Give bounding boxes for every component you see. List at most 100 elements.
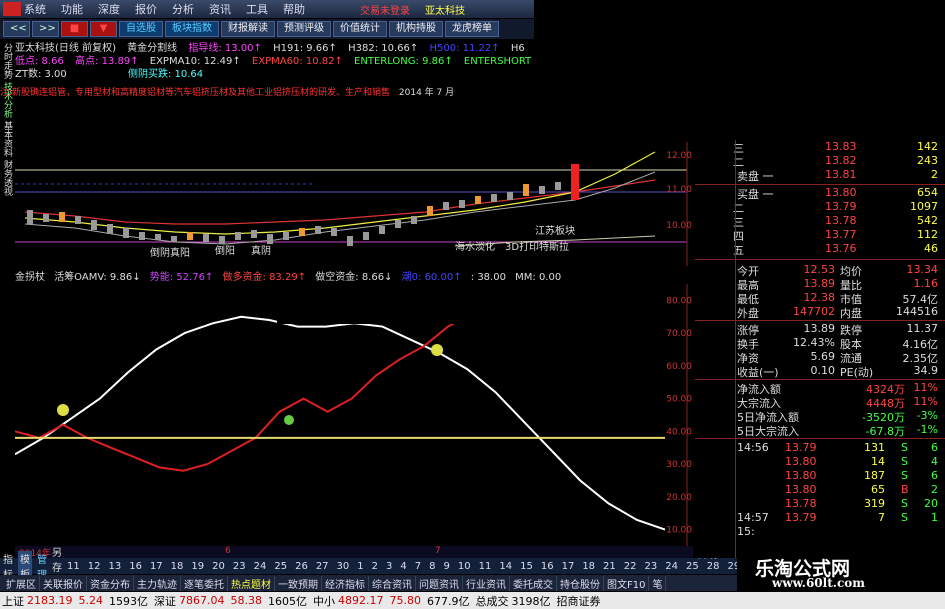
ask-price: 13.82 (825, 154, 857, 167)
stat-value: 11.37 (906, 322, 939, 335)
side-tab-finance[interactable]: 财务透视 (0, 160, 14, 196)
series-line-1 (15, 299, 497, 472)
extension-tab[interactable]: 委托成交 (510, 575, 557, 591)
ask-row: 卖盘 一 13.81 2 (695, 168, 945, 183)
annotation-3d: 3D打印 (505, 240, 539, 253)
period-number: 16 (129, 560, 142, 572)
extension-tab[interactable]: 扩展区 (3, 575, 40, 591)
y-axis-labels: 80.00 70.00 60.00 50.00 40.00 30.00 20.00 10.00 (666, 296, 692, 535)
annotation-tesla: 特斯拉 (539, 240, 569, 253)
bid-volume: 542 (917, 214, 938, 227)
side-tab-intraday[interactable]: 分时走势 (0, 43, 14, 79)
dropdown-button[interactable]: ▼ (90, 21, 117, 37)
tick-side: S (901, 469, 908, 482)
period-number: 11 (478, 560, 492, 572)
extension-tab[interactable]: 笔 (649, 575, 667, 591)
menu-help[interactable]: 帮助 (283, 1, 305, 17)
annotation-2: 倒阳 (215, 245, 235, 257)
stat-value: 12.43% (793, 336, 835, 349)
extension-tab[interactable]: 热点题材 (228, 575, 275, 591)
app-logo-icon (3, 2, 21, 16)
tab-watchlist[interactable]: 自选股 (119, 21, 163, 37)
back-button[interactable]: << (3, 21, 30, 37)
extension-tab[interactable]: 图文F10 (604, 575, 650, 591)
extension-tab[interactable]: 行业资讯 (463, 575, 510, 591)
tick-time: 14:56 (737, 441, 769, 454)
stat-row: 收益(一) 0.10 PE(动) 34.9 (695, 364, 945, 379)
period-number: 23 (644, 560, 658, 572)
extension-tab[interactable]: 经济指标 (322, 575, 369, 591)
forward-button[interactable]: >> (32, 21, 59, 37)
period-number: 3 (386, 560, 393, 572)
tick-row: 14:57 13.79 7 S 1 (695, 511, 945, 525)
bid-row: 买盘 一 13.80 654 (695, 186, 945, 201)
stat-value: 144516 (896, 305, 938, 318)
news-ticker: 注:新股确连铝管，专用型材和高精度铝材等汽车铝挤压材及其他工业铝挤压材的研发、生… (0, 85, 534, 97)
menu-system[interactable]: 系统 (24, 1, 46, 17)
y-tick-label: 10.00 (666, 526, 692, 536)
date-axis: 2014年 6 7 (15, 546, 693, 559)
extension-tab[interactable]: 逐笔委托 (181, 575, 228, 591)
price-chart[interactable]: 12.00 11.00 10.00 倒阴真阳 倒阳 真阴 江苏板块 海水淡化 3… (15, 142, 693, 266)
tick-count: 20 (924, 497, 938, 510)
tick-row: 15: (695, 525, 945, 539)
y-tick-label: 60.00 (666, 362, 692, 372)
tick-volume: 7 (878, 511, 885, 524)
smiley-icon (431, 344, 443, 356)
extension-tab[interactable]: 一致预期 (275, 575, 322, 591)
extension-tab[interactable]: 关联报价 (40, 575, 87, 591)
tick-row: 14:56 13.79 131 S 6 (695, 441, 945, 455)
stat-value: 13.89 (803, 322, 836, 335)
period-number: 22 (623, 560, 637, 572)
tab-institution[interactable]: 机构持股 (389, 21, 443, 37)
login-status[interactable]: 交易未登录 (360, 2, 410, 17)
series-line-0 (15, 315, 666, 531)
ask-price: 13.81 (825, 168, 857, 181)
flow-row: 净流入额 4324万 11% (695, 381, 945, 396)
divider (695, 259, 945, 260)
indicator-name[interactable]: 黄金分割线 (127, 43, 177, 54)
indicator2-name[interactable]: 金拐杖 (15, 272, 45, 283)
tab-value-stats[interactable]: 价值统计 (333, 21, 387, 37)
extension-tab[interactable]: 问题资讯 (416, 575, 463, 591)
menu-depth[interactable]: 深度 (98, 1, 120, 17)
tab-rating[interactable]: 预测评级 (277, 21, 331, 37)
expma10-value: EXPMA10: 12.49↑ (149, 56, 241, 67)
divider (695, 438, 945, 439)
tick-volume: 65 (871, 483, 885, 496)
menu-tools[interactable]: 工具 (246, 1, 268, 17)
tick-row: 13.80 14 S 4 (695, 455, 945, 469)
menu-news[interactable]: 资讯 (209, 1, 231, 17)
extension-tab[interactable]: 持仓股份 (557, 575, 604, 591)
stat-value: 13.89 (803, 277, 836, 290)
period-number: 24 (253, 560, 267, 572)
index-status-bar: 上证 2183.19 5.24 1593亿 深证 7867.04 58.38 1605亿 中小 4… (0, 592, 945, 609)
extension-tab[interactable]: 综合资讯 (369, 575, 416, 591)
tab-dragon-tiger[interactable]: 龙虎榜单 (445, 21, 499, 37)
period-number: 30 (336, 560, 350, 572)
bid-price: 13.77 (825, 228, 857, 241)
tab-report[interactable]: 财报解读 (221, 21, 275, 37)
side-tab-profile[interactable]: 基本资料 (0, 121, 14, 157)
y-tick-label: 20.00 (666, 493, 692, 503)
index-value: 75.80 (389, 594, 422, 607)
period-number: 23 (232, 560, 246, 572)
low-value: 低点: 8.66 (15, 56, 64, 67)
bid-price: 13.76 (825, 242, 857, 255)
menu-quote[interactable]: 报价 (135, 1, 157, 17)
menu-analysis[interactable]: 分析 (172, 1, 194, 17)
h500-value: H500: 11.22↑ (429, 43, 500, 54)
tick-side: S (901, 441, 908, 454)
tick-volume: 14 (871, 455, 885, 468)
menu-function[interactable]: 功能 (61, 1, 83, 17)
h6-value: H6 (510, 43, 525, 54)
redacted-area-2 (277, 284, 667, 324)
flow-amount: -67.8万 (865, 425, 905, 438)
tab-sector-index[interactable]: 板块指数 (165, 21, 219, 37)
stop-button[interactable]: ■ (61, 21, 88, 37)
extension-tab[interactable]: 主力轨迹 (134, 575, 181, 591)
period-number: 27 (315, 560, 329, 572)
extension-tab[interactable]: 资金分布 (87, 575, 134, 591)
tick-price: 13.79 (785, 441, 817, 454)
period-bar: 指标 模板 管理 另存为 111213161718192023242526273… (0, 548, 782, 589)
